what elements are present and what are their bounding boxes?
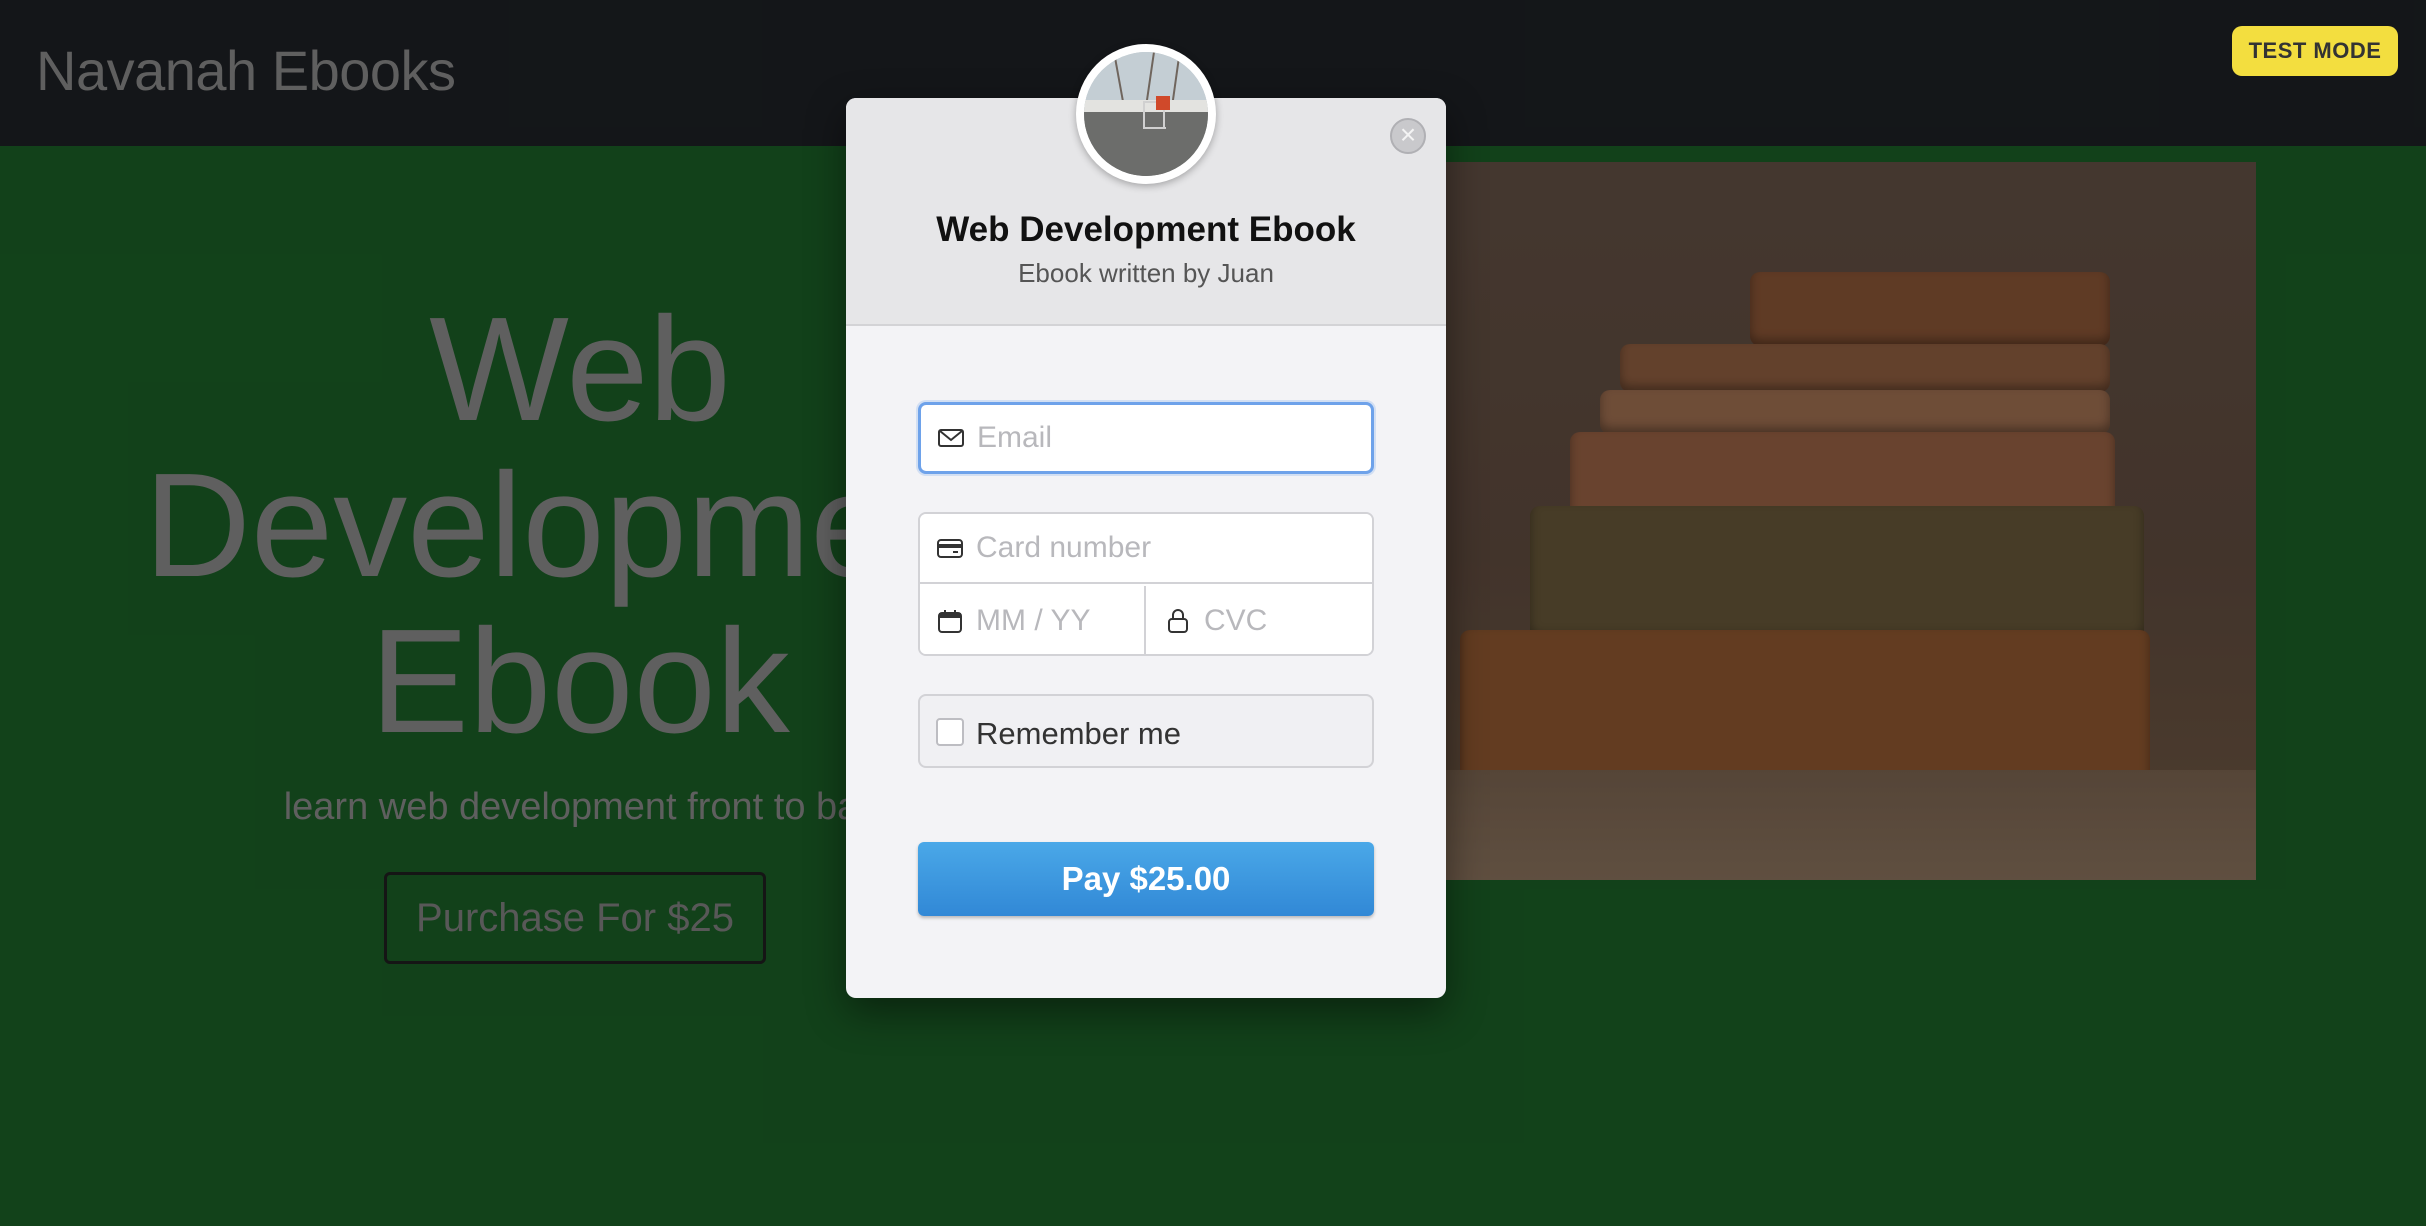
- test-mode-badge: TEST MODE: [2232, 26, 2398, 76]
- email-field[interactable]: [918, 402, 1374, 474]
- email-input[interactable]: [977, 405, 1361, 471]
- card-details-group: [918, 512, 1374, 656]
- card-number-input[interactable]: [976, 514, 1362, 582]
- modal-title: Web Development Ebook: [936, 210, 1356, 249]
- lock-icon: [1168, 609, 1188, 633]
- cvc-input[interactable]: [1204, 586, 1362, 654]
- pay-button[interactable]: Pay $25.00: [918, 842, 1374, 916]
- page: Navanah Ebooks Web Development Ebook lea…: [0, 0, 2426, 1226]
- close-icon[interactable]: ×: [1390, 118, 1426, 154]
- remember-me-checkbox[interactable]: [936, 718, 964, 746]
- modal-subtitle: Ebook written by Juan: [1018, 258, 1274, 288]
- credit-card-icon: [937, 539, 963, 558]
- envelope-icon: [938, 429, 964, 447]
- expiry-field[interactable]: [920, 586, 1146, 654]
- calendar-icon: [938, 610, 962, 633]
- expiry-input[interactable]: [976, 586, 1134, 654]
- remember-me-label: Remember me: [976, 716, 1181, 751]
- avatar: [1076, 44, 1216, 184]
- card-number-field[interactable]: [920, 514, 1372, 584]
- checkout-modal: × Web Development Ebook Ebook written by…: [846, 44, 1446, 998]
- remember-me-row[interactable]: Remember me: [918, 694, 1374, 768]
- cvc-field[interactable]: [1148, 586, 1372, 654]
- product-image: [1084, 52, 1208, 176]
